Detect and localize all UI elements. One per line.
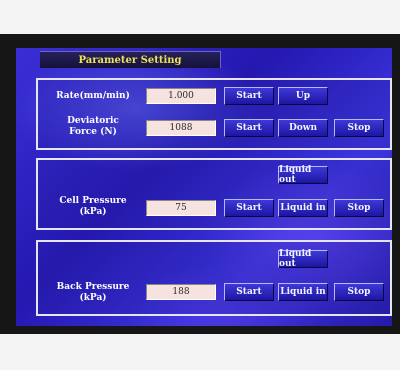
back-label-line1: Back Pressure — [56, 282, 130, 292]
back-liquid-out-button[interactable]: Liquid out — [278, 249, 328, 269]
back-start-button[interactable]: Start — [224, 283, 274, 301]
back-label-line2: (kPa) — [79, 293, 107, 303]
cell-start-button[interactable]: Start — [224, 199, 274, 217]
down-button[interactable]: Down — [278, 119, 328, 137]
cell-liquid-out-button[interactable]: Liquid out — [278, 165, 328, 185]
rate-label: Rate(mm/min) — [56, 91, 130, 101]
up-button[interactable]: Up — [278, 87, 328, 105]
cell-pressure-input[interactable]: 75 — [146, 200, 216, 216]
back-pressure-panel: Liquid out Back Pressure (kPa) 188 Start… — [36, 240, 392, 316]
deviatoric-label-line1: Deviatoric — [67, 116, 119, 126]
deviatoric-start-button[interactable]: Start — [224, 119, 274, 137]
back-pressure-label: Back Pressure (kPa) — [46, 282, 140, 304]
cell-pressure-label: Cell Pressure (kPa) — [46, 196, 140, 218]
back-pressure-input[interactable]: 188 — [146, 284, 216, 300]
deviatoric-force-label: Deviatoric Force (N) — [46, 116, 140, 138]
cell-pressure-panel: Liquid out Cell Pressure (kPa) 75 Start … — [36, 158, 392, 230]
cell-stop-button[interactable]: Stop — [334, 199, 384, 217]
cell-label-line1: Cell Pressure — [59, 196, 127, 206]
load-control-panel: Rate(mm/min) 1.000 Start Up Deviatoric F… — [36, 78, 392, 150]
deviatoric-force-input[interactable]: 1088 — [146, 120, 216, 136]
rate-input[interactable]: 1.000 — [146, 88, 216, 104]
deviatoric-stop-button[interactable]: Stop — [334, 119, 384, 137]
deviatoric-label-line2: Force (N) — [69, 127, 117, 137]
cell-liquid-in-button[interactable]: Liquid in — [278, 199, 328, 217]
back-stop-button[interactable]: Stop — [334, 283, 384, 301]
cell-label-line2: (kPa) — [79, 207, 107, 217]
page-title: Parameter Setting — [40, 51, 221, 68]
rate-start-button[interactable]: Start — [224, 87, 274, 105]
hmi-screen: Parameter Setting Rate(mm/min) 1.000 Sta… — [16, 48, 392, 326]
back-liquid-in-button[interactable]: Liquid in — [278, 283, 328, 301]
